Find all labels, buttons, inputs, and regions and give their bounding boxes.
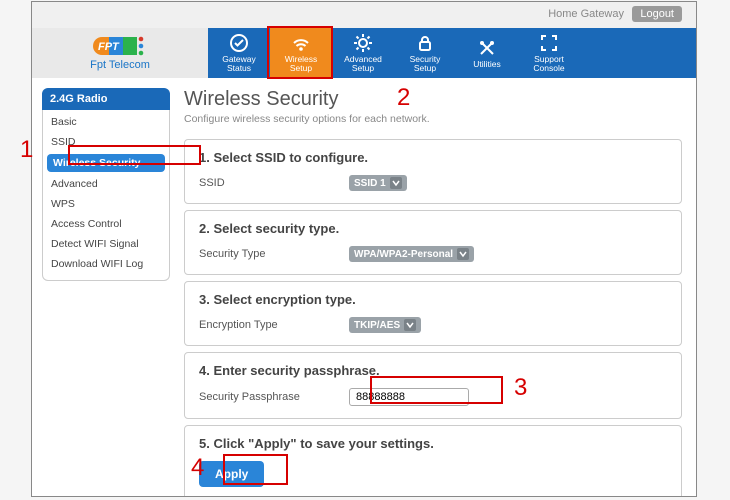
section-ssid: 1. Select SSID to configure. SSID SSID 1 [184,139,682,204]
security-type-select[interactable]: WPA/WPA2-Personal [349,246,474,262]
brand-text: Fpt Telecom [90,59,150,71]
nav-gateway-status[interactable]: GatewayStatus [208,28,270,78]
page-subtitle: Configure wireless security options for … [184,113,682,125]
nav-label: Utilities [473,60,500,69]
security-type-value: WPA/WPA2-Personal [354,249,453,260]
section-title: 1. Select SSID to configure. [199,150,667,165]
check-circle-icon [229,33,249,53]
sidebar-item-wps[interactable]: WPS [43,194,169,214]
content-area: 2.4G Radio Basic SSID Wireless Security … [32,78,696,497]
sidebar: 2.4G Radio Basic SSID Wireless Security … [42,88,170,497]
section-security-type: 2. Select security type. Security Type W… [184,210,682,275]
chevron-down-icon [404,319,416,331]
sidebar-item-ssid[interactable]: SSID [43,132,169,152]
encryption-type-label: Encryption Type [199,319,349,331]
encryption-type-select[interactable]: TKIP/AES [349,317,421,333]
nav-wireless-setup[interactable]: WirelessSetup [270,28,332,78]
section-encryption: 3. Select encryption type. Encryption Ty… [184,281,682,346]
fullscreen-icon [539,33,559,53]
ssid-select[interactable]: SSID 1 [349,175,407,191]
passphrase-label: Security Passphrase [199,391,349,403]
sidebar-body: Basic SSID Wireless Security Advanced WP… [42,110,170,281]
section-apply: 5. Click "Apply" to save your settings. … [184,425,682,497]
main-panel: Wireless Security Configure wireless sec… [184,88,682,497]
sidebar-item-wireless-security[interactable]: Wireless Security [47,154,165,172]
nav-utilities[interactable]: Utilities [456,28,518,78]
sidebar-item-download-log[interactable]: Download WIFI Log [43,254,169,274]
section-passphrase: 4. Enter security passphrase. Security P… [184,352,682,419]
gear-icon [353,33,373,53]
section-title: 2. Select security type. [199,221,667,236]
ssid-label: SSID [199,177,349,189]
chevron-down-icon [390,177,402,189]
sidebar-item-advanced[interactable]: Advanced [43,174,169,194]
nav-advanced-setup[interactable]: AdvancedSetup [332,28,394,78]
section-title: 5. Click "Apply" to save your settings. [199,436,667,451]
nav-label: GatewayStatus [222,55,256,73]
security-type-label: Security Type [199,248,349,260]
svg-text:FPT: FPT [98,41,120,53]
passphrase-input[interactable] [349,388,469,406]
nav-label: SupportConsole [533,55,564,73]
sidebar-item-detect-wifi[interactable]: Detect WIFI Signal [43,234,169,254]
sidebar-item-basic[interactable]: Basic [43,112,169,132]
logo-area: FPT Fpt Telecom [32,28,208,78]
sidebar-item-access-control[interactable]: Access Control [43,214,169,234]
header-banner: FPT Fpt Telecom GatewayStatus WirelessSe… [32,28,696,78]
section-title: 3. Select encryption type. [199,292,667,307]
app-frame: Home Gateway Logout FPT Fpt Telecom [31,1,697,497]
sections: 1. Select SSID to configure. SSID SSID 1… [184,139,682,497]
tools-icon [477,38,497,58]
page-title: Wireless Security [184,88,682,111]
chevron-down-icon [457,248,469,260]
home-gateway-link[interactable]: Home Gateway [548,8,624,20]
encryption-type-value: TKIP/AES [354,320,400,331]
nav-label: AdvancedSetup [344,55,382,73]
sidebar-heading: 2.4G Radio [42,88,170,110]
ssid-value: SSID 1 [354,178,386,189]
wifi-icon [291,33,311,53]
lock-icon [415,33,435,53]
logout-button[interactable]: Logout [632,6,682,22]
section-title: 4. Enter security passphrase. [199,363,667,378]
main-nav: GatewayStatus WirelessSetup AdvancedSetu… [208,28,696,78]
nav-security-setup[interactable]: SecuritySetup [394,28,456,78]
nav-label: SecuritySetup [410,55,441,73]
topbar: Home Gateway Logout [32,2,696,28]
fpt-logo-icon: FPT [93,35,147,57]
nav-support-console[interactable]: SupportConsole [518,28,580,78]
nav-label: WirelessSetup [285,55,318,73]
apply-button[interactable]: Apply [199,461,264,487]
